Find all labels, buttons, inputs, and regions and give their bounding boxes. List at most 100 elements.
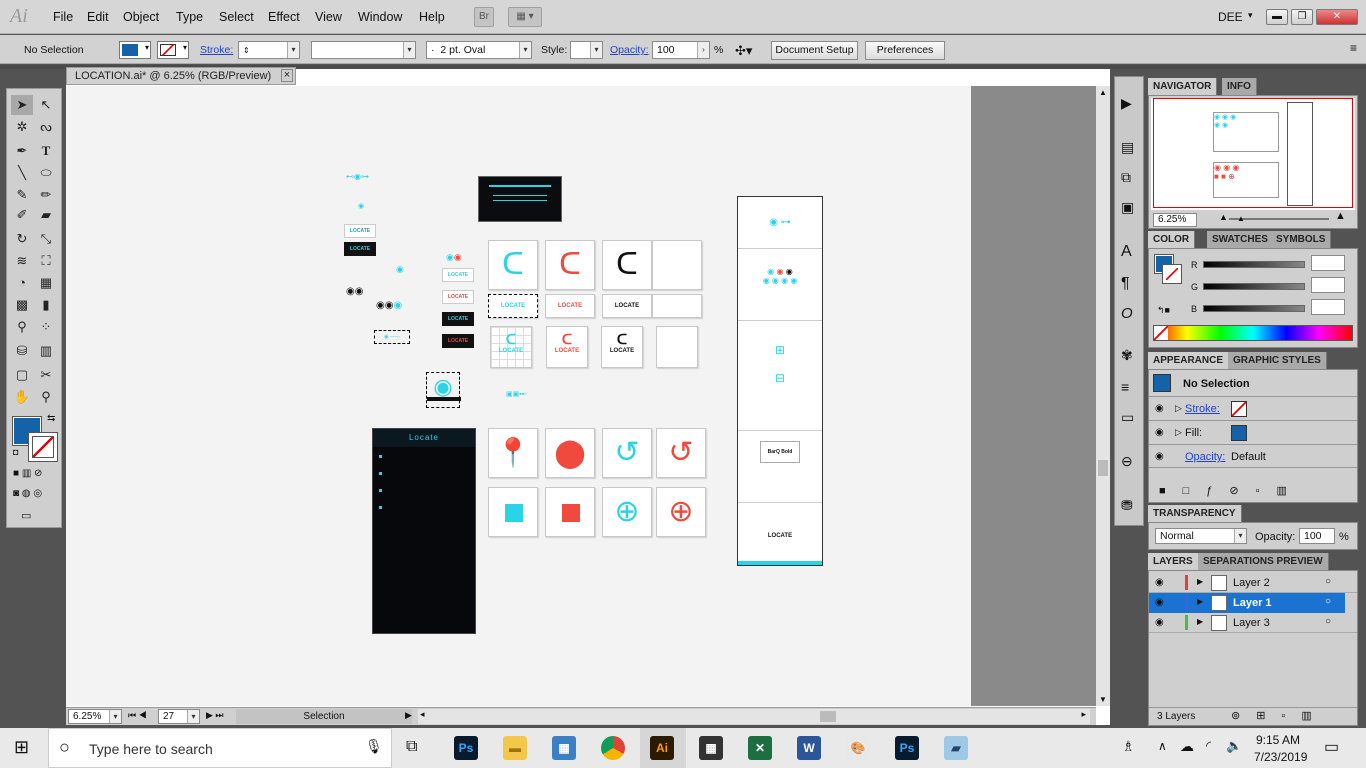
stroke-color-box[interactable]: [28, 432, 58, 462]
stroke-visibility-icon[interactable]: ◉: [1155, 403, 1164, 414]
close-window-button[interactable]: ✕: [1316, 9, 1358, 25]
action-center-icon[interactable]: ▭: [1324, 737, 1339, 757]
tab-transparency[interactable]: TRANSPARENCY: [1148, 505, 1242, 522]
tab-navigator[interactable]: NAVIGATOR: [1148, 78, 1218, 95]
layer-name[interactable]: Layer 2: [1233, 577, 1270, 589]
menu-type[interactable]: Type: [176, 10, 203, 24]
next-artboard-icon[interactable]: ▶ ⏭: [206, 710, 224, 721]
channel-g-field[interactable]: [1311, 277, 1345, 293]
minimize-button[interactable]: ▬: [1266, 9, 1288, 25]
opacity-link[interactable]: Opacity:: [610, 44, 649, 56]
appearance-stroke-swatch[interactable]: [1231, 401, 1247, 417]
layer-expand-icon[interactable]: ▶: [1197, 617, 1203, 626]
eraser-icon[interactable]: ▰: [35, 205, 57, 225]
selection-tool-icon[interactable]: ➤: [11, 95, 33, 115]
stroke-expand-icon[interactable]: ▷: [1175, 403, 1182, 414]
menu-select[interactable]: Select: [219, 10, 254, 24]
pencil-icon[interactable]: ✏: [35, 185, 57, 205]
layer-target-icon[interactable]: ○: [1325, 616, 1331, 627]
zoom-in-icon[interactable]: ▲: [1335, 210, 1346, 222]
pathfinder-icon[interactable]: ⊖: [1121, 453, 1133, 470]
layer-row[interactable]: ◉ ▶ Layer 1 ○: [1149, 593, 1345, 613]
menu-window[interactable]: Window: [358, 10, 402, 24]
onedrive-icon[interactable]: ☁: [1180, 738, 1194, 755]
artboards-icon[interactable]: ⧉: [1121, 169, 1131, 186]
eyedropper-icon[interactable]: ⚲: [11, 317, 33, 337]
channel-b-field[interactable]: [1311, 299, 1345, 315]
perspective-grid-icon[interactable]: ▦: [35, 273, 57, 293]
layers-footer-buttons[interactable]: ⊚⊞▫▥: [1231, 709, 1328, 722]
notepad-icon[interactable]: ▰: [944, 736, 968, 760]
free-transform-icon[interactable]: ⛶: [35, 251, 57, 271]
symbols-panel-icon[interactable]: ⛃: [1121, 497, 1133, 514]
menu-object[interactable]: Object: [123, 10, 159, 24]
appearance-fill-row[interactable]: ◉ ▷ Fill:: [1149, 420, 1357, 444]
tab-layers[interactable]: LAYERS: [1148, 553, 1199, 570]
character-icon[interactable]: A: [1121, 243, 1132, 261]
vertical-scrollbar[interactable]: ▲ ▼: [1096, 86, 1110, 706]
appearance-stroke-link[interactable]: Stroke:: [1185, 403, 1220, 415]
tab-symbols[interactable]: SYMBOLS: [1271, 231, 1332, 248]
close-document-icon[interactable]: ×: [281, 69, 293, 82]
style-dropdown[interactable]: ▾: [570, 41, 603, 59]
current-tool-status[interactable]: Selection: [236, 709, 412, 724]
artboard-canvas[interactable]: ⊷◉⊶ ◉ LOCATE LOCATE ◉ ◉◉ ◉◉◉ ◉ —— ◉◉ LOC…: [66, 86, 1096, 706]
word-icon[interactable]: W: [797, 736, 821, 760]
layer-visibility-icon[interactable]: ◉: [1155, 597, 1164, 608]
microphone-icon[interactable]: 🎙: [365, 738, 383, 755]
tab-swatches[interactable]: SWATCHES: [1207, 231, 1274, 248]
variable-width-dropdown[interactable]: ▾: [311, 41, 416, 59]
windows-start-icon[interactable]: ⊞: [14, 737, 29, 758]
blob-brush-icon[interactable]: ✐: [11, 205, 33, 225]
channel-r-slider[interactable]: [1203, 261, 1305, 268]
restore-button[interactable]: ❐: [1291, 9, 1313, 25]
stroke-swatch[interactable]: ▾: [157, 41, 189, 59]
navigator-zoom-slider[interactable]: ▲: [1229, 214, 1329, 223]
layer-expand-icon[interactable]: ▶: [1197, 597, 1203, 606]
file-explorer-icon[interactable]: ▬: [503, 736, 527, 760]
bridge-button[interactable]: Br: [474, 7, 494, 27]
channel-g-slider[interactable]: [1203, 283, 1305, 290]
show-hidden-icons[interactable]: ∧: [1158, 739, 1167, 753]
photoshop-taskbar-icon-2[interactable]: Ps: [895, 736, 919, 760]
links-icon[interactable]: ▤: [1121, 139, 1134, 156]
menu-file[interactable]: File: [53, 10, 73, 24]
color-spectrum[interactable]: [1153, 325, 1353, 341]
layer-visibility-icon[interactable]: ◉: [1155, 617, 1164, 628]
first-artboard-icon[interactable]: ⏮ ◀: [128, 710, 147, 721]
stroke-link[interactable]: Stroke:: [200, 44, 233, 56]
color-stroke-swatch[interactable]: [1162, 264, 1182, 284]
clock-time[interactable]: 9:15 AM: [1256, 733, 1300, 747]
taskbar-search-box[interactable]: ○ Type here to search 🎙: [48, 728, 392, 768]
tab-graphic-styles[interactable]: GRAPHIC STYLES: [1228, 352, 1327, 369]
channel-r-field[interactable]: [1311, 255, 1345, 271]
channel-b-slider[interactable]: [1203, 305, 1305, 312]
slice-tool-icon[interactable]: ✂: [35, 365, 57, 385]
gradient-tool-icon[interactable]: ▮: [35, 295, 57, 315]
layer-visibility-icon[interactable]: ◉: [1155, 577, 1164, 588]
workspace-dropdown-icon[interactable]: ▾: [1248, 10, 1253, 21]
zoom-out-icon[interactable]: ▲: [1219, 212, 1228, 222]
artboard-tool-icon[interactable]: ▢: [11, 365, 33, 385]
layer-row[interactable]: ◉ ▶ Layer 2 ○: [1149, 573, 1357, 593]
horizontal-scrollbar[interactable]: ◂ ▸: [418, 709, 1090, 724]
photoshop-taskbar-icon[interactable]: Ps: [454, 736, 478, 760]
fill-visibility-icon[interactable]: ◉: [1155, 427, 1164, 438]
out-of-gamut-icon[interactable]: ↰■: [1157, 305, 1170, 316]
gradient-panel-icon[interactable]: ▭: [1121, 409, 1134, 426]
control-panel-icon[interactable]: ▦: [552, 736, 576, 760]
menu-view[interactable]: View: [315, 10, 342, 24]
tab-info[interactable]: INFO: [1222, 78, 1257, 95]
opacity-visibility-icon[interactable]: ◉: [1155, 451, 1164, 462]
drawing-mode-buttons[interactable]: ◙ ◍ ◎: [13, 487, 59, 501]
wifi-icon[interactable]: ◜: [1206, 738, 1211, 754]
workspace-switcher[interactable]: DEE: [1218, 10, 1243, 24]
line-tool-icon[interactable]: ╲: [11, 163, 33, 183]
direct-selection-tool-icon[interactable]: ↖: [35, 95, 57, 115]
illustrator-taskbar-icon[interactable]: Ai: [650, 736, 674, 760]
color-mode-buttons[interactable]: ■ ▥ ⊘: [13, 467, 59, 481]
paint-icon[interactable]: 🎨: [846, 736, 870, 760]
layer-expand-icon[interactable]: ▶: [1197, 577, 1203, 586]
scale-tool-icon[interactable]: ⤡: [35, 229, 57, 249]
tab-separations-preview[interactable]: SEPARATIONS PREVIEW: [1198, 553, 1329, 570]
